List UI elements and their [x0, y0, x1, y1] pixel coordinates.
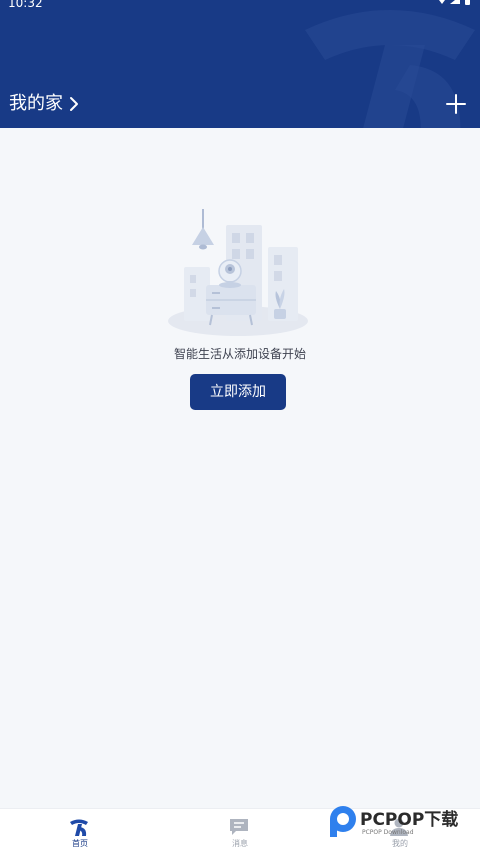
site-watermark: PCPOP下载 PCPOP Download [324, 802, 474, 842]
plus-icon[interactable] [445, 93, 467, 115]
smart-home-illustration [168, 209, 308, 336]
watermark-text: PCPOP下载 [360, 810, 459, 830]
message-icon [230, 819, 248, 835]
pcpop-logo-icon [330, 806, 356, 837]
status-time: 10:32 [8, 0, 43, 10]
add-device-button[interactable]: 立即添加 [190, 374, 286, 410]
tab-messages-label: 消息 [232, 839, 248, 848]
wifi-icon [439, 0, 445, 4]
battery-icon [465, 0, 470, 5]
watermark-subtext: PCPOP Download [362, 829, 414, 836]
home-selector[interactable]: 我的家 [9, 92, 79, 116]
tab-home[interactable]: 首页 [0, 809, 160, 855]
status-icons [439, 0, 470, 5]
chevron-right-icon [70, 97, 78, 111]
home-title: 我的家 [9, 93, 63, 114]
tab-messages[interactable]: 消息 [160, 809, 320, 855]
status-bar: 10:32 [0, 0, 480, 12]
empty-state-message: 智能生活从添加设备开始 [173, 347, 306, 361]
header: 10:32 我的家 [0, 0, 480, 128]
home-logo-icon [70, 819, 88, 836]
tab-home-label: 首页 [72, 839, 88, 848]
signal-icon [450, 0, 460, 4]
